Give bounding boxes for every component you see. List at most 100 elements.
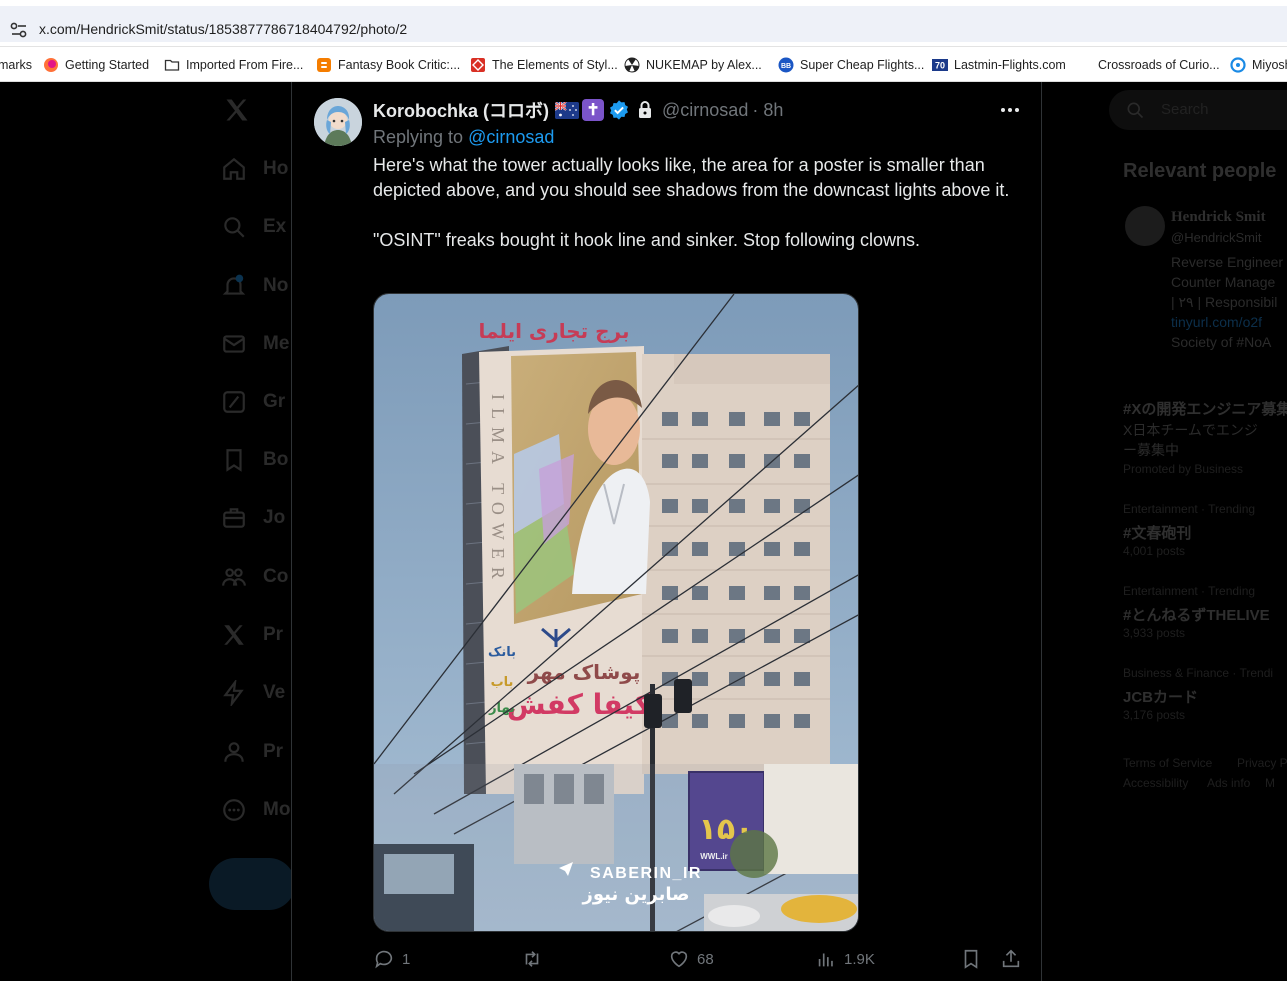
bio-line: Society of #NoA	[1171, 334, 1272, 350]
dot	[1001, 108, 1005, 112]
footer-link[interactable]: Privacy P	[1237, 756, 1287, 770]
address-bar: x.com/HendrickSmit/status/18538777867184…	[0, 0, 1287, 47]
share-button[interactable]	[1000, 944, 1029, 974]
blogger-icon	[317, 57, 331, 72]
sign-line2: کیفا کفش	[507, 688, 652, 721]
x-logo-icon[interactable]	[223, 96, 251, 124]
reply-button[interactable]: 1	[373, 944, 410, 974]
australia-flag-icon	[555, 101, 580, 119]
people-icon	[222, 568, 246, 586]
side-word: باب	[491, 675, 514, 690]
bookmark-item[interactable]: BB Super Cheap Flights...	[778, 47, 925, 81]
person-name[interactable]: Hendrick Smit	[1171, 209, 1266, 226]
rooftop-sign: برج تجاری ایلما	[478, 319, 629, 343]
bio-link[interactable]: tinyurl.com/o2f	[1171, 314, 1262, 330]
70-icon: 70	[932, 58, 948, 71]
bell-icon	[222, 274, 246, 295]
trend-meta: Entertainment · Trending	[1123, 502, 1256, 516]
bookmark-label: Lastmin-Flights.com	[954, 57, 1066, 72]
view-count: 1.9K	[844, 950, 875, 968]
repost-button[interactable]	[521, 944, 550, 974]
bookmark-label: Fantasy Book Critic:...	[338, 57, 461, 72]
nav-bookmarks[interactable]: Bo	[221, 440, 301, 480]
trend-meta: Promoted by Business	[1123, 462, 1244, 476]
nav-more[interactable]: Mo	[221, 790, 301, 830]
nav-communities[interactable]: Co	[221, 557, 301, 597]
trend-meta: Business & Finance · Trendi	[1123, 666, 1274, 680]
bookmark-item[interactable]: 70 Lastmin-Flights.com	[932, 47, 1066, 81]
bookmark-item[interactable]: marks	[0, 47, 33, 81]
reply-count: 1	[402, 950, 411, 968]
footer-link[interactable]: Ads info	[1207, 776, 1250, 790]
latin-cross-icon: ✝	[582, 99, 605, 121]
bookmark-icon	[964, 949, 978, 969]
trend-title[interactable]: JCBカード	[1123, 686, 1198, 707]
bookmark-item[interactable]: Miyosh	[1230, 47, 1287, 81]
bookmark-item[interactable]: Imported From Fire...	[164, 47, 304, 81]
display-name[interactable]: Korobochka (コロボ)	[373, 97, 549, 123]
avatar[interactable]	[1125, 206, 1165, 246]
bookmark-button[interactable]	[960, 944, 989, 974]
tower-photo: ILMA TOWER برج تجاری ایلما پوشاک مهر کیف…	[374, 294, 858, 931]
site-settings-icon[interactable]	[10, 22, 28, 38]
post-time[interactable]: · 8h	[752, 100, 783, 121]
trend-count: 4,001 posts	[1123, 544, 1186, 558]
nav-home[interactable]: Ho	[221, 149, 301, 189]
trend-desc: ー募集中	[1123, 442, 1179, 458]
trend-title[interactable]: #とんねるずTHELIVE	[1123, 604, 1270, 625]
firefox-icon	[44, 57, 58, 72]
nav-premium[interactable]: Pr	[221, 615, 301, 655]
nav-label: Bo	[263, 449, 289, 470]
trend-title[interactable]: #文春砲刊	[1123, 522, 1191, 543]
trend-title[interactable]: #Xの開発エンジニア募集	[1123, 398, 1287, 419]
tweet-detail: Korobochka (コロボ) ✝ @cirnosad · 8h Replyi…	[291, 82, 1042, 981]
verified-badge-icon[interactable]	[608, 99, 630, 121]
nav-explore[interactable]: Ex	[221, 207, 301, 247]
relevant-people-title: Relevant people	[1123, 160, 1277, 182]
omnibox[interactable]: x.com/HendrickSmit/status/18538777867184…	[0, 6, 1287, 42]
like-button[interactable]: 68	[668, 944, 714, 974]
mail-icon	[223, 335, 245, 353]
tweet-paragraph: Here's what the tower actually looks lik…	[373, 155, 1010, 200]
nav-label: Ho	[263, 158, 289, 179]
nav-notifications[interactable]: No	[221, 266, 301, 306]
bookmark-label: Getting Started	[65, 57, 150, 72]
search-icon	[1127, 102, 1144, 119]
search-input[interactable]: Search	[1109, 90, 1287, 130]
lock-icon	[639, 101, 652, 118]
more-options-button[interactable]	[998, 99, 1022, 121]
bookmark-label: Miyosh	[1252, 57, 1287, 72]
bookmark-label: Imported From Fire...	[186, 57, 304, 72]
like-count: 68	[697, 950, 714, 968]
nav-verified-orgs[interactable]: Ve	[221, 673, 301, 713]
nav-label: Ve	[263, 682, 286, 703]
bookmark-item[interactable]: Getting Started	[43, 47, 150, 81]
watermark-fa: صابرین نیوز	[581, 884, 689, 905]
person-handle[interactable]: @HendrickSmit	[1171, 230, 1262, 245]
author-handle[interactable]: @cirnosad	[662, 100, 748, 121]
bookmark-label: marks	[0, 57, 33, 72]
nav-messages[interactable]: Me	[221, 324, 301, 364]
replying-to-link[interactable]: @cirnosad	[468, 127, 554, 147]
tweet-paragraph: "OSINT" freaks bought it hook line and s…	[373, 230, 921, 250]
browser-window: x.com/HendrickSmit/status/18538777867184…	[0, 0, 1287, 981]
bookmark-item[interactable]: Fantasy Book Critic:...	[316, 47, 461, 81]
views-button[interactable]: 1.9K	[815, 944, 875, 974]
avatar[interactable]	[314, 98, 362, 146]
share-icon	[1002, 949, 1020, 968]
post-button[interactable]	[209, 858, 295, 910]
nav-jobs[interactable]: Jo	[221, 498, 301, 538]
footer-link[interactable]: M	[1265, 776, 1275, 790]
bookmark-item[interactable]: Crossroads of Curio...	[1098, 47, 1220, 81]
bookmark-item[interactable]: The Elements of Styl...	[470, 47, 618, 81]
footer-link[interactable]: Accessibility	[1123, 776, 1188, 790]
nav-grok[interactable]: Gr	[221, 382, 301, 422]
bookmark-label: Super Cheap Flights...	[800, 57, 925, 72]
nav-profile[interactable]: Pr	[221, 732, 301, 772]
reply-icon	[375, 950, 393, 969]
bookmark-item[interactable]: NUKEMAP by Alex...	[624, 47, 762, 81]
tweet-photo[interactable]: ILMA TOWER برج تجاری ایلما پوشاک مهر کیف…	[373, 293, 859, 932]
heart-icon	[670, 951, 688, 968]
url-text[interactable]: x.com/HendrickSmit/status/18538777867184…	[39, 21, 407, 37]
footer-link[interactable]: Terms of Service	[1123, 756, 1212, 770]
